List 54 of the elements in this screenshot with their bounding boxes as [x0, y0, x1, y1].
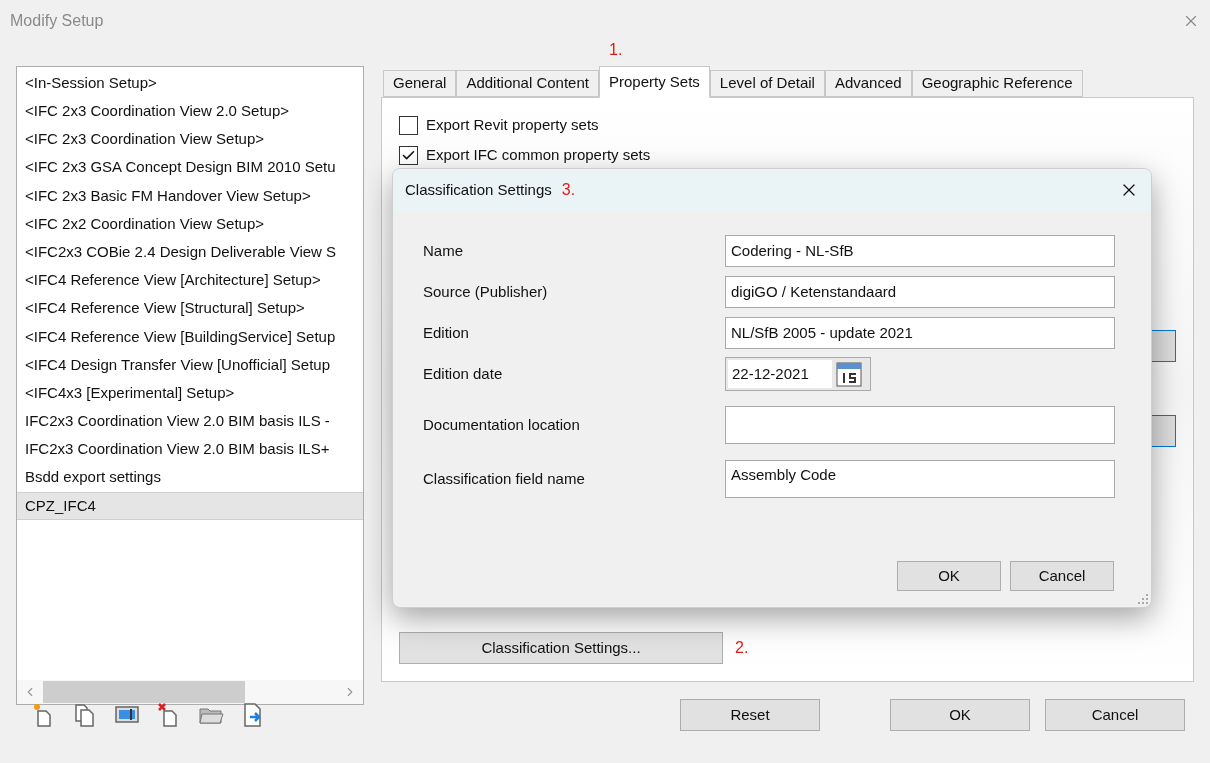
setup-item[interactable]: <IFC4 Design Transfer View [Unofficial] Setup — [17, 350, 363, 380]
resize-grip-icon[interactable] — [1137, 593, 1149, 605]
annotation: 2. — [735, 638, 749, 658]
dialog-button[interactable]: OK — [897, 561, 1001, 591]
setup-item[interactable]: <IFC4 Reference View [BuildingService] Setup — [17, 322, 363, 351]
tab[interactable]: Geographic Reference — [911, 70, 1083, 97]
setup-item[interactable]: IFC2x3 Coordination View 2.0 BIM basis ILS - — [17, 407, 363, 436]
tab[interactable]: Property Sets — [599, 66, 710, 98]
field-label: Edition — [423, 322, 470, 343]
footer-button[interactable]: Cancel — [1045, 699, 1185, 731]
tab[interactable]: Advanced — [824, 70, 912, 97]
text-field[interactable]: digiGO / Ketenstandaard — [725, 276, 1115, 308]
date-field[interactable]: 22-12-2021 — [725, 357, 871, 391]
classification-settings-button[interactable]: Classification Settings... — [399, 632, 723, 664]
field-label: Edition date — [423, 363, 504, 384]
dialog-title: Classification Settings — [405, 179, 552, 200]
setup-item[interactable]: <IFC4 Reference View [Structural] Setup> — [17, 294, 363, 323]
setup-item[interactable]: <IFC4 Reference View [Architecture] Setup> — [17, 266, 363, 295]
tab[interactable]: Level of Detail — [709, 70, 825, 97]
field-label: Name — [423, 240, 464, 261]
setup-item[interactable]: <IFC4x3 [Experimental] Setup> — [17, 379, 363, 408]
checkbox-label: Export Revit property sets — [426, 114, 599, 135]
setup-item[interactable]: <IFC 2x3 Coordination View Setup> — [17, 125, 363, 154]
setup-item[interactable]: <IFC 2x3 GSA Concept Design BIM 2010 Setu — [17, 153, 363, 182]
setup-item[interactable]: <In-Session Setup> — [17, 69, 363, 98]
setup-item[interactable]: <IFC 2x2 Coordination View Setup> — [17, 209, 363, 239]
setup-item[interactable]: CPZ_IFC4 — [17, 491, 363, 520]
checkbox[interactable] — [399, 145, 418, 165]
horizontal-scrollbar[interactable] — [17, 680, 363, 704]
text-field[interactable]: NL/SfB 2005 - update 2021 — [725, 317, 1115, 349]
calendar-icon[interactable] — [835, 360, 863, 388]
setup-item[interactable]: Bsdd export settings — [17, 463, 363, 492]
window-title: Modify Setup — [10, 11, 104, 31]
setup-item[interactable]: IFC2x3 Coordination View 2.0 BIM basis ILS+ — [17, 435, 363, 464]
checkbox-label: Export IFC common property sets — [426, 144, 651, 165]
annotation: 3. — [561, 180, 576, 200]
tab[interactable]: Additional Content — [456, 70, 599, 97]
text-field[interactable]: Assembly Code — [725, 460, 1115, 498]
setup-item[interactable]: <IFC 2x3 Basic FM Handover View Setup> — [17, 181, 363, 210]
scrollbar-thumb[interactable] — [43, 681, 245, 703]
tab[interactable]: General — [383, 70, 457, 97]
setup-item[interactable]: <IFC 2x3 Coordination View 2.0 Setup> — [17, 97, 363, 126]
text-field[interactable] — [725, 406, 1115, 444]
date-value: 22-12-2021 — [728, 360, 832, 388]
annotation: 1. — [609, 40, 623, 60]
field-label: Documentation location — [423, 414, 581, 435]
field-label: Source (Publisher) — [423, 281, 549, 302]
footer-button[interactable]: Reset — [680, 699, 820, 731]
footer-button[interactable]: OK — [890, 699, 1030, 731]
setup-item[interactable]: <IFC2x3 COBie 2.4 Design Deliverable View S — [17, 238, 363, 267]
field-label: Classification field name — [423, 468, 586, 489]
dialog-button[interactable]: Cancel — [1010, 561, 1114, 591]
checkbox[interactable] — [399, 115, 418, 135]
text-field[interactable]: Codering - NL-SfB — [725, 235, 1115, 267]
